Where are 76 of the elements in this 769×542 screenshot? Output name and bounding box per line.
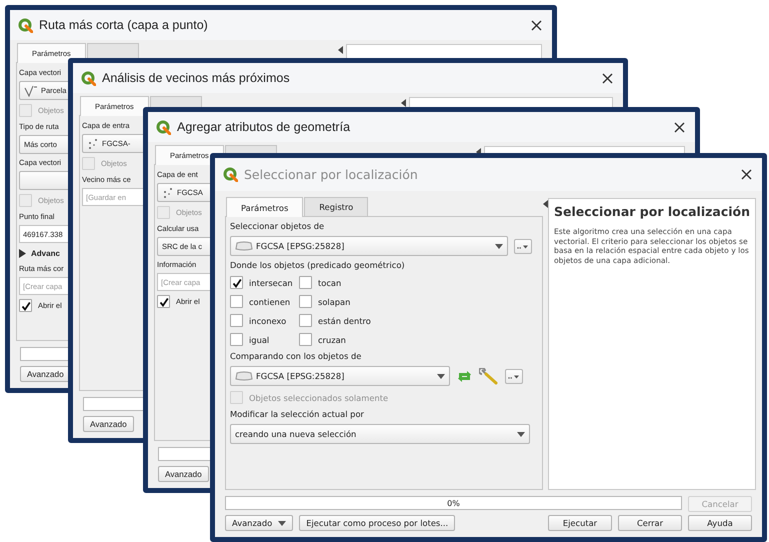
polygon-layer-icon: [235, 241, 253, 251]
checkbox-label: tocan: [318, 278, 342, 288]
tab[interactable]: Parámetros: [226, 197, 304, 217]
help-title: Seleccionar por localización: [554, 204, 750, 219]
checkbox-label: intersecan: [249, 278, 293, 288]
caret-icon: [278, 520, 286, 526]
iterate-icon: [456, 370, 473, 382]
checkbox-label: están dentro: [318, 316, 371, 326]
checkbox[interactable]: [230, 333, 243, 346]
close-icon: [602, 72, 613, 84]
checkbox-label: igual: [249, 334, 270, 344]
caret-icon: [437, 374, 445, 378]
point-layer-icon: [87, 138, 99, 150]
checkbox[interactable]: [157, 295, 170, 308]
ellipsis-caret-icon: [508, 374, 520, 378]
ellipsis-caret-icon: [517, 244, 529, 248]
iterate-button[interactable]: [456, 370, 473, 382]
checkbox-label: contienen: [249, 296, 290, 306]
close-button[interactable]: [600, 70, 615, 86]
options-button[interactable]: [505, 368, 523, 384]
checkbox[interactable]: [230, 295, 243, 308]
dialog-button[interactable]: Avanzado: [83, 416, 134, 432]
dialog-button[interactable]: Cerrar: [618, 515, 682, 531]
checkbox[interactable]: [299, 295, 312, 308]
parameter-label: Modificar la selección actual por: [230, 409, 365, 420]
dropdown[interactable]: FGCSA [EPSG:25828]: [230, 366, 450, 386]
parameter-label: Comparando con los objetos de: [230, 351, 362, 362]
parameter-label: Seleccionar objetos de: [230, 221, 326, 232]
dropdown[interactable]: FGCSA [EPSG:25828]: [230, 236, 508, 256]
options-button[interactable]: [514, 238, 532, 254]
qgis-logo-icon: [81, 70, 96, 86]
checkbox-label: cruzan: [318, 334, 346, 344]
checkbox[interactable]: [299, 314, 312, 327]
checkbox-label: Objetos seleccionados solamente: [249, 392, 388, 402]
checkbox[interactable]: [299, 276, 312, 289]
caret-icon: [517, 432, 525, 436]
dialog-button[interactable]: Ejecutar: [548, 515, 612, 531]
progress-text: 0%: [447, 498, 460, 508]
polygon-layer-icon: [235, 371, 253, 381]
check-icon: [20, 300, 30, 310]
close-button[interactable]: [739, 167, 754, 182]
check-icon: [232, 278, 242, 288]
close-icon: [741, 169, 752, 180]
section-toggle[interactable]: Advanc: [31, 248, 60, 258]
qgis-logo-icon: [156, 120, 171, 134]
line-layer-icon: [24, 84, 38, 96]
close-button[interactable]: [672, 120, 687, 134]
window-title: Análisis de vecinos más próximos: [102, 71, 291, 85]
parameter-label: Donde los objetos (predicado geométrico): [230, 260, 406, 271]
checkbox-label: solapan: [318, 296, 350, 306]
expand-arrow-icon: [19, 248, 26, 258]
qgis-logo-icon: [223, 167, 238, 182]
close-icon: [531, 20, 542, 30]
menu-button[interactable]: Avanzado: [225, 515, 294, 531]
window-title: Seleccionar por localización: [244, 167, 419, 182]
checkbox-label: inconexo: [249, 316, 286, 326]
tab[interactable]: Registro: [304, 197, 368, 216]
window-title: Agregar atributos de geometría: [177, 120, 352, 134]
checkbox[interactable]: [19, 299, 32, 312]
point-layer-icon: [162, 186, 174, 198]
window-title: Ruta más corta (capa a punto): [39, 18, 209, 32]
qgis-logo-icon: [18, 18, 33, 32]
dialog-button[interactable]: Ayuda: [688, 515, 752, 531]
close-icon: [674, 122, 685, 132]
dropdown[interactable]: creando una nueva selección: [230, 424, 530, 444]
dialog-button[interactable]: Avanzado: [20, 366, 71, 382]
checkbox[interactable]: [230, 314, 243, 327]
check-icon: [158, 296, 168, 306]
caret-icon: [495, 244, 503, 248]
dialog-button[interactable]: Ejecutar como proceso por lotes...: [299, 515, 456, 531]
checkbox[interactable]: [230, 276, 243, 289]
wrench-icon: [479, 368, 499, 384]
checkbox[interactable]: [299, 333, 312, 346]
dialog-button[interactable]: Avanzado: [158, 466, 209, 482]
close-button[interactable]: [529, 18, 544, 32]
settings-button[interactable]: [479, 368, 499, 384]
